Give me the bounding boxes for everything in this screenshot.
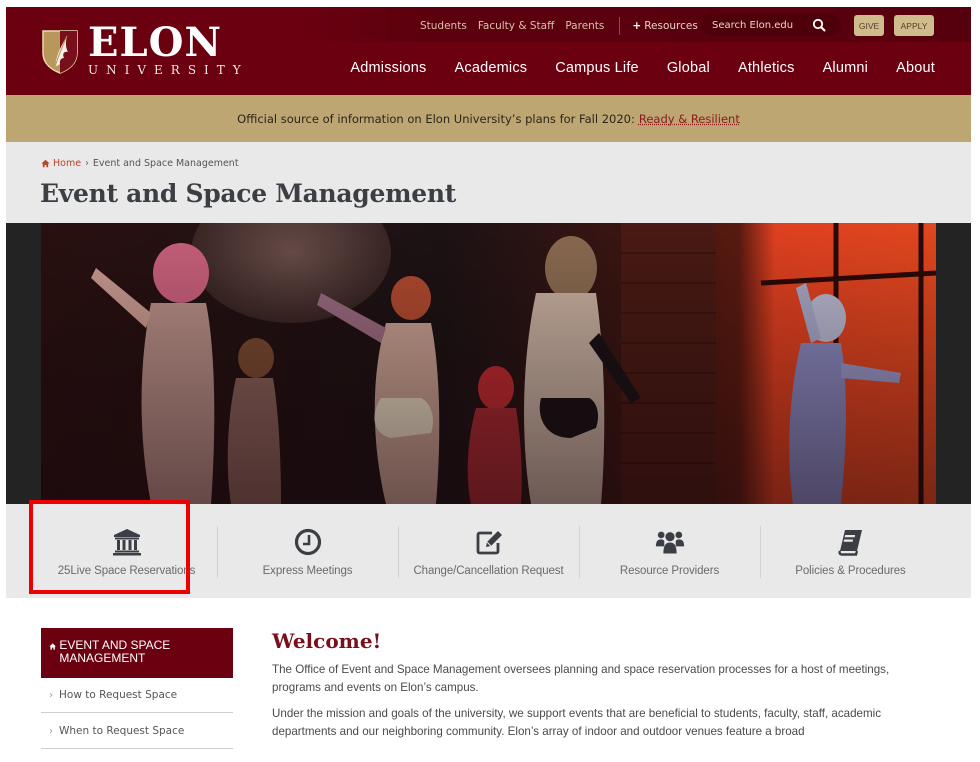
quick-link-resource-providers[interactable]: Resource Providers: [579, 504, 760, 598]
title-area: Home › Event and Space Management Event …: [6, 142, 971, 223]
logo-subtitle: UNIVERSITY: [88, 63, 249, 77]
nav-global[interactable]: Global: [667, 60, 710, 76]
hero-banner: [6, 223, 971, 504]
quick-link-policies-procedures[interactable]: Policies & Procedures: [760, 504, 941, 598]
ready-resilient-link[interactable]: Ready & Resilient: [639, 112, 740, 126]
sidebar-item-label: How to Request Space: [59, 689, 178, 701]
nav-athletics[interactable]: Athletics: [738, 60, 795, 76]
home-icon: [41, 159, 50, 168]
sidebar-heading-label: EVENT AND SPACE MANAGEMENT: [59, 638, 171, 665]
mission-paragraph: Under the mission and goals of the unive…: [272, 707, 881, 738]
sidebar-item-label: When to Request Space: [59, 725, 185, 737]
site-header: ELON UNIVERSITY Students Faculty & Staff…: [6, 7, 971, 95]
chevron-right-icon: ›: [49, 725, 53, 737]
quick-link-label: Resource Providers: [619, 565, 720, 577]
plus-icon: +: [632, 20, 642, 32]
logo-name: ELON: [88, 19, 223, 66]
util-link-parents[interactable]: Parents: [565, 20, 604, 32]
quick-link-label: Change/Cancellation Request: [413, 565, 564, 577]
quick-links-bar: 25Live Space Reservations Express Meetin…: [6, 504, 971, 598]
divider: [619, 17, 621, 35]
chevron-right-icon: ›: [49, 689, 53, 701]
resources-link[interactable]: + Resources: [632, 20, 697, 32]
breadcrumb-current: Event and Space Management: [92, 158, 239, 169]
users-icon: [655, 531, 684, 554]
page-title: Event and Space Management: [40, 179, 456, 208]
nav-admissions[interactable]: Admissions: [350, 60, 426, 76]
book-icon: [837, 530, 862, 556]
welcome-heading: Welcome!: [272, 629, 382, 653]
main-nav: Admissions Academics Campus Life Global …: [322, 60, 935, 76]
breadcrumb: Home › Event and Space Management: [41, 158, 239, 169]
breadcrumb-separator: ›: [85, 158, 89, 169]
utility-links: Students Faculty & Staff Parents + Resour…: [420, 17, 709, 35]
sidebar-item-how-to-request-space[interactable]: › How to Request Space: [41, 678, 233, 713]
page: ELON UNIVERSITY Students Faculty & Staff…: [6, 7, 971, 762]
hero-image: [41, 223, 936, 504]
announcement-banner: Official source of information on Elon U…: [6, 95, 971, 142]
intro-paragraph: The Office of Event and Space Management…: [272, 663, 890, 694]
sidebar-item-when-to-request-space[interactable]: › When to Request Space: [41, 714, 233, 749]
quick-link-25live-space-reservations[interactable]: 25Live Space Reservations: [36, 504, 217, 598]
breadcrumb-home-label: Home: [53, 158, 82, 169]
elon-logo[interactable]: ELON UNIVERSITY: [40, 23, 249, 79]
clock-icon: [294, 528, 321, 556]
nav-campus-life[interactable]: Campus Life: [555, 60, 639, 76]
quick-link-label: Policies & Procedures: [795, 565, 906, 577]
home-icon: [49, 643, 56, 650]
university-icon: [112, 529, 141, 556]
nav-about[interactable]: About: [896, 60, 935, 76]
banner-text: Official source of information on Elon U…: [237, 111, 635, 126]
util-link-students[interactable]: Students: [420, 20, 467, 32]
search-input[interactable]: [712, 19, 808, 31]
apply-button[interactable]: APPLY: [894, 15, 934, 36]
give-button[interactable]: GIVE: [854, 15, 884, 36]
shield-icon: [42, 30, 78, 74]
sidebar-heading[interactable]: EVENT AND SPACE MANAGEMENT: [41, 628, 233, 678]
quick-link-label: 25Live Space Reservations: [57, 565, 196, 577]
resources-label: Resources: [644, 20, 698, 32]
nav-alumni[interactable]: Alumni: [823, 60, 869, 76]
quick-link-express-meetings[interactable]: Express Meetings: [217, 504, 398, 598]
breadcrumb-home[interactable]: Home: [41, 158, 81, 169]
util-link-faculty-staff[interactable]: Faculty & Staff: [478, 20, 555, 32]
edit-icon: [476, 531, 502, 555]
nav-academics[interactable]: Academics: [455, 60, 528, 76]
search-icon[interactable]: [812, 18, 826, 32]
quick-link-change-cancellation-request[interactable]: Change/Cancellation Request: [398, 504, 579, 598]
search-box: [701, 14, 841, 36]
quick-link-label: Express Meetings: [262, 565, 353, 577]
